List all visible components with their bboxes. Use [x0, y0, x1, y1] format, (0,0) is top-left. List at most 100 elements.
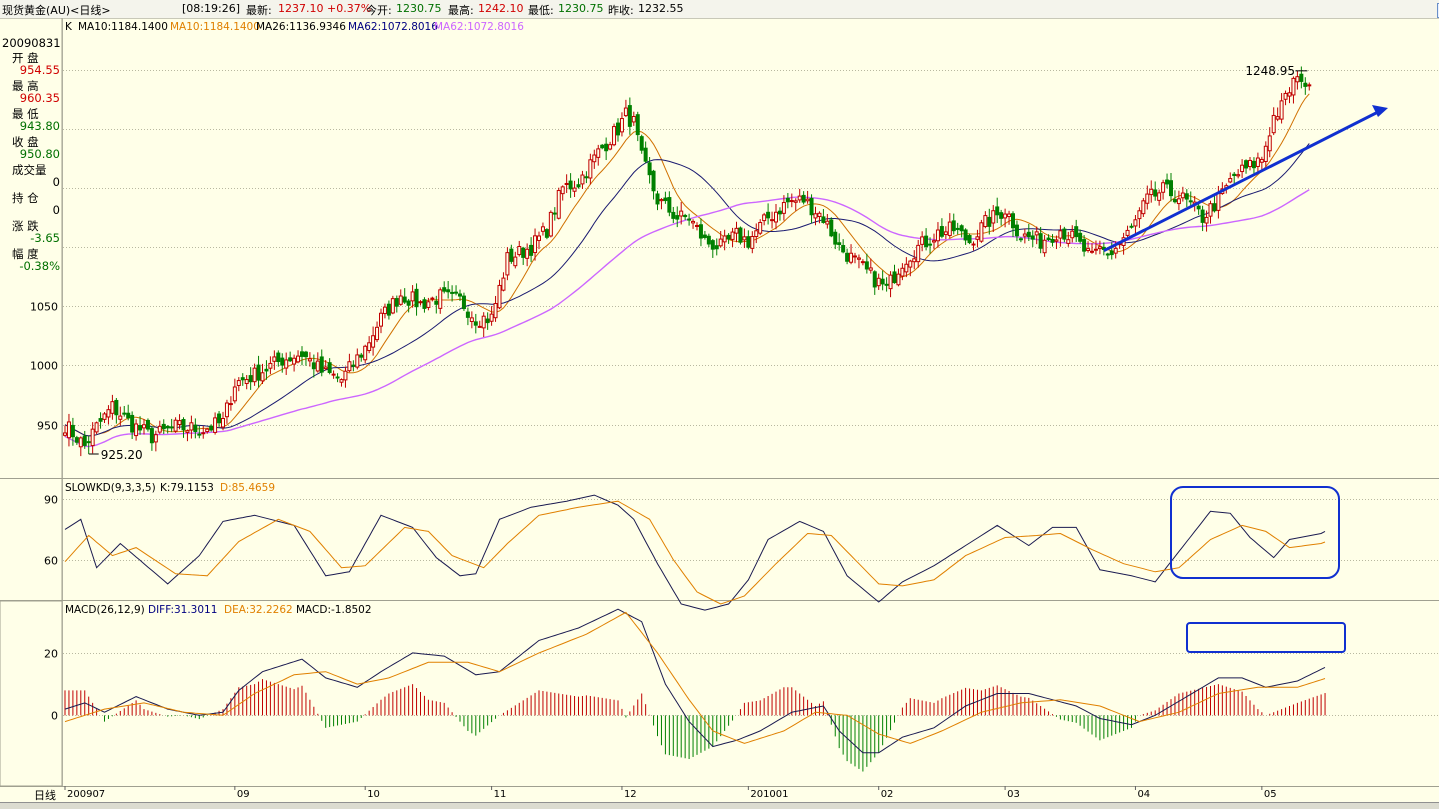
- candle: [572, 180, 577, 198]
- candle: [1137, 207, 1142, 228]
- candle: [185, 429, 190, 442]
- candle: [916, 239, 921, 268]
- candle: [252, 363, 257, 386]
- candle: [197, 425, 202, 439]
- candle: [754, 223, 759, 244]
- candle: [1149, 180, 1154, 203]
- trend-arrow-line: [1103, 109, 1381, 253]
- ma-legend-prefix: K: [65, 21, 73, 33]
- candle: [244, 375, 249, 390]
- candle: [691, 219, 696, 229]
- candle: [331, 370, 336, 379]
- candle: [1240, 159, 1245, 178]
- candle: [1169, 172, 1173, 202]
- candle: [951, 213, 956, 235]
- candle: [991, 205, 996, 232]
- candle: [841, 239, 846, 254]
- candle: [1153, 181, 1158, 201]
- candle: [1275, 107, 1280, 122]
- candle: [529, 237, 534, 263]
- candle: [560, 185, 565, 201]
- candle: [837, 233, 842, 251]
- candle: [1014, 220, 1019, 242]
- candle: [695, 222, 699, 231]
- candle: [1287, 87, 1292, 104]
- candle: [375, 321, 380, 343]
- candle: [1263, 141, 1268, 167]
- candle: [568, 173, 573, 198]
- candle: [1105, 252, 1110, 260]
- chart-canvas[interactable]: 105010009509060200 200907 09 10 11 12 201001 0…: [0, 0, 1439, 808]
- candle: [173, 417, 178, 433]
- kd-legend-name: SLOWKD(9,3,3,5): [65, 482, 156, 494]
- candle: [161, 419, 166, 435]
- candle: [809, 194, 814, 224]
- candle: [505, 247, 510, 281]
- candle: [801, 191, 806, 205]
- candle: [248, 367, 253, 390]
- candle: [750, 231, 755, 254]
- candle: [876, 273, 881, 290]
- candle: [1295, 70, 1300, 90]
- macd-diff-line: [64, 608, 1326, 754]
- candle: [872, 270, 877, 295]
- candle: [213, 412, 218, 435]
- candle: [256, 355, 261, 388]
- candle: [623, 99, 628, 118]
- candle: [888, 271, 893, 298]
- candle: [157, 420, 162, 435]
- candle: [300, 346, 304, 366]
- candle: [683, 213, 688, 220]
- candle: [619, 112, 624, 137]
- candle: [999, 209, 1004, 226]
- candle: [343, 366, 348, 388]
- candle: [169, 418, 174, 433]
- candle: [904, 257, 909, 278]
- kd-legend-d: D:85.4659: [220, 482, 275, 494]
- candle: [288, 351, 293, 363]
- candle: [797, 188, 802, 203]
- candle: [315, 352, 320, 373]
- candle: [714, 238, 719, 256]
- candle: [525, 243, 530, 267]
- candle: [643, 141, 648, 164]
- candle: [386, 300, 391, 320]
- candle: [635, 111, 640, 142]
- candle: [1070, 225, 1075, 243]
- candle: [651, 169, 656, 200]
- candle: [296, 350, 301, 364]
- candle: [616, 118, 620, 142]
- candle: [485, 312, 490, 330]
- candle: [118, 406, 123, 426]
- candle: [1196, 203, 1201, 215]
- candle: [240, 373, 245, 386]
- candle: [655, 190, 660, 211]
- candle: [1291, 76, 1296, 104]
- y-tick-label: 1000: [30, 360, 58, 373]
- candle: [130, 411, 135, 440]
- candle: [880, 270, 885, 291]
- candle: [663, 191, 668, 204]
- ma-legend-item: MA26:1136.9346: [256, 21, 346, 33]
- macd-axis-box: [0, 600, 63, 787]
- candle: [726, 233, 731, 244]
- candle: [228, 396, 233, 411]
- candle: [469, 311, 474, 329]
- candle: [359, 352, 364, 362]
- candle: [738, 226, 743, 245]
- candle: [1212, 195, 1217, 213]
- candle: [939, 218, 944, 239]
- candle: [493, 295, 498, 322]
- ma-legend-item: MA62:1072.8016: [348, 21, 438, 33]
- candle: [667, 191, 672, 217]
- candle: [382, 303, 387, 319]
- candle: [1307, 82, 1312, 91]
- candle: [165, 425, 170, 434]
- candle: [98, 412, 103, 429]
- candle: [260, 363, 265, 384]
- candle: [442, 281, 447, 294]
- candle: [398, 289, 403, 306]
- candle: [1251, 157, 1256, 174]
- bottom-bar: 日线: [0, 786, 1439, 802]
- swing-high-label: 1248.95: [1245, 64, 1295, 78]
